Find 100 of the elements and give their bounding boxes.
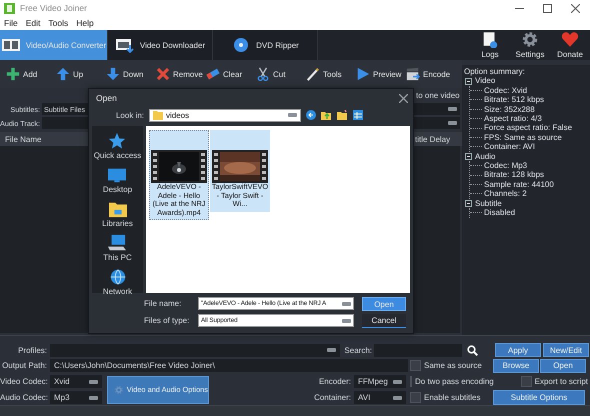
tree-item[interactable]: Bitrate: 128 kbps xyxy=(484,170,544,180)
tree-item[interactable]: Audio xyxy=(475,152,496,162)
toolbar-button[interactable]: Preview xyxy=(356,67,406,81)
folder-up-icon[interactable] xyxy=(321,110,332,120)
new-edit-button[interactable]: New/Edit xyxy=(543,343,589,358)
audio-codec-dropdown[interactable]: Mp3 xyxy=(50,391,102,404)
menu-item[interactable]: Edit xyxy=(26,18,40,28)
tree-item[interactable]: Force aspect ratio: False xyxy=(484,123,572,133)
folder-icon xyxy=(108,200,128,218)
dropdown-icon xyxy=(393,380,402,384)
new-folder-icon[interactable] xyxy=(337,110,348,120)
tree-item[interactable]: Sample rate: 44100 xyxy=(484,180,554,190)
toolbar-button[interactable]: Up xyxy=(56,67,106,81)
dropdown-icon xyxy=(342,318,351,322)
place-item[interactable]: Quick access xyxy=(94,132,142,160)
dialog-title: Open xyxy=(96,93,117,103)
back-icon[interactable] xyxy=(306,110,316,120)
checkbox[interactable]: Same as source xyxy=(407,360,493,372)
delete-icon xyxy=(156,67,170,81)
tree-item[interactable]: Container: AVI xyxy=(484,142,535,152)
place-item[interactable]: Libraries xyxy=(102,200,133,228)
place-item[interactable]: Desktop xyxy=(102,166,132,194)
monitor-icon xyxy=(107,166,128,184)
heart-icon xyxy=(561,31,579,48)
dropdown-icon xyxy=(448,107,457,111)
dropdown-icon xyxy=(327,348,336,352)
video-codec-dropdown[interactable]: Xvid xyxy=(50,375,102,388)
play-icon xyxy=(356,67,370,81)
toolbar-button[interactable]: Add xyxy=(6,67,56,81)
dropdown-icon xyxy=(393,396,402,400)
subtitle-options-button[interactable]: Subtitle Options xyxy=(493,390,585,406)
collapse-icon[interactable] xyxy=(465,200,472,207)
menu-item[interactable]: File xyxy=(4,18,18,28)
tree-item[interactable]: Bitrate: 512 kbps xyxy=(484,95,544,105)
browse-button[interactable]: Browse xyxy=(493,358,539,373)
app-icon xyxy=(4,2,15,14)
summary-title: Option summary: xyxy=(464,67,526,76)
column-header[interactable]: title Delay xyxy=(415,134,450,144)
close-icon[interactable] xyxy=(571,4,580,12)
close-icon[interactable] xyxy=(399,94,408,102)
profiles-label: Profiles: xyxy=(17,346,48,355)
up-arrow-icon xyxy=(56,67,70,81)
toolbar-button[interactable]: Cut xyxy=(256,67,306,81)
tree-item[interactable]: Codec: Mp3 xyxy=(484,161,528,170)
scissors-icon xyxy=(256,67,270,81)
audio-codec-label: Audio Codec: xyxy=(0,393,50,402)
collapse-icon[interactable] xyxy=(465,78,472,85)
toolbar-button[interactable]: Remove xyxy=(156,67,206,81)
dropdown-icon xyxy=(342,302,351,306)
toolbar-button[interactable]: Encode xyxy=(406,67,456,81)
dropdown-icon xyxy=(448,121,457,125)
tree-item[interactable]: Video xyxy=(475,76,496,86)
tree-item[interactable]: Aspect ratio: 4/3 xyxy=(484,114,542,124)
checkbox[interactable]: Export to script xyxy=(518,376,588,388)
video-codec-label: Video Codec: xyxy=(0,377,49,386)
top-action-button[interactable]: Logs xyxy=(470,30,510,60)
dropdown-icon xyxy=(89,396,98,400)
down-arrow-icon xyxy=(106,67,120,81)
place-item[interactable]: Network xyxy=(102,268,132,296)
tab[interactable]: Video Downloader xyxy=(108,30,213,60)
file-type-label: Files of type: xyxy=(144,316,190,325)
settings-icon xyxy=(521,31,539,48)
tree-item[interactable]: Disabled xyxy=(484,208,516,218)
tab[interactable]: DVD Ripper xyxy=(213,30,318,60)
view-menu-icon[interactable] xyxy=(353,110,363,120)
computer-icon xyxy=(107,234,128,252)
search-icon[interactable] xyxy=(467,344,478,356)
download-window-icon xyxy=(114,37,135,53)
toolbar-button[interactable]: Clear xyxy=(206,67,256,81)
tree-item[interactable]: FPS: Same as source xyxy=(484,132,562,142)
tree-item[interactable]: Size: 352x288 xyxy=(484,104,535,114)
open-button[interactable]: Open xyxy=(540,358,586,373)
tree-item[interactable]: Channels: 2 xyxy=(484,189,527,199)
checkbox[interactable]: Do two pass encoding xyxy=(407,376,493,388)
window-title: Free Video Joiner xyxy=(20,3,87,13)
menu-item[interactable]: Tools xyxy=(48,18,68,28)
container-label: Container: xyxy=(313,393,352,402)
toolbar-button[interactable]: Tools xyxy=(306,67,356,81)
pencil-icon xyxy=(306,67,320,81)
film-icon xyxy=(0,37,21,53)
look-in-dropdown[interactable]: videos xyxy=(149,108,301,122)
tree-item[interactable]: Subtitle xyxy=(475,198,502,208)
menu-item[interactable]: Help xyxy=(76,18,94,28)
top-action-button[interactable]: Settings xyxy=(510,30,550,60)
file-name-label: File name: xyxy=(144,299,182,308)
clapperboard-icon xyxy=(406,67,420,81)
container-dropdown[interactable]: AVI xyxy=(354,391,406,404)
folder-icon xyxy=(153,110,163,120)
apply-button[interactable]: Apply xyxy=(495,343,541,358)
collapse-icon[interactable] xyxy=(465,152,472,160)
maximize-icon[interactable] xyxy=(543,4,552,12)
encoder-dropdown[interactable]: FFMpeg xyxy=(354,375,406,388)
star-icon xyxy=(107,132,128,150)
output-path-field[interactable]: C:\Users\John\Documents\Free Video Joiner\ xyxy=(50,359,408,372)
place-item[interactable]: This PC xyxy=(103,234,132,262)
cancel-button[interactable]: Cancel xyxy=(362,314,406,328)
checkbox[interactable]: Enable subtitles xyxy=(407,392,493,404)
top-action-button[interactable]: Donate xyxy=(550,30,590,60)
toolbar-button[interactable]: Down xyxy=(106,67,156,81)
tree-item[interactable]: Codec: Xvid xyxy=(484,86,528,96)
